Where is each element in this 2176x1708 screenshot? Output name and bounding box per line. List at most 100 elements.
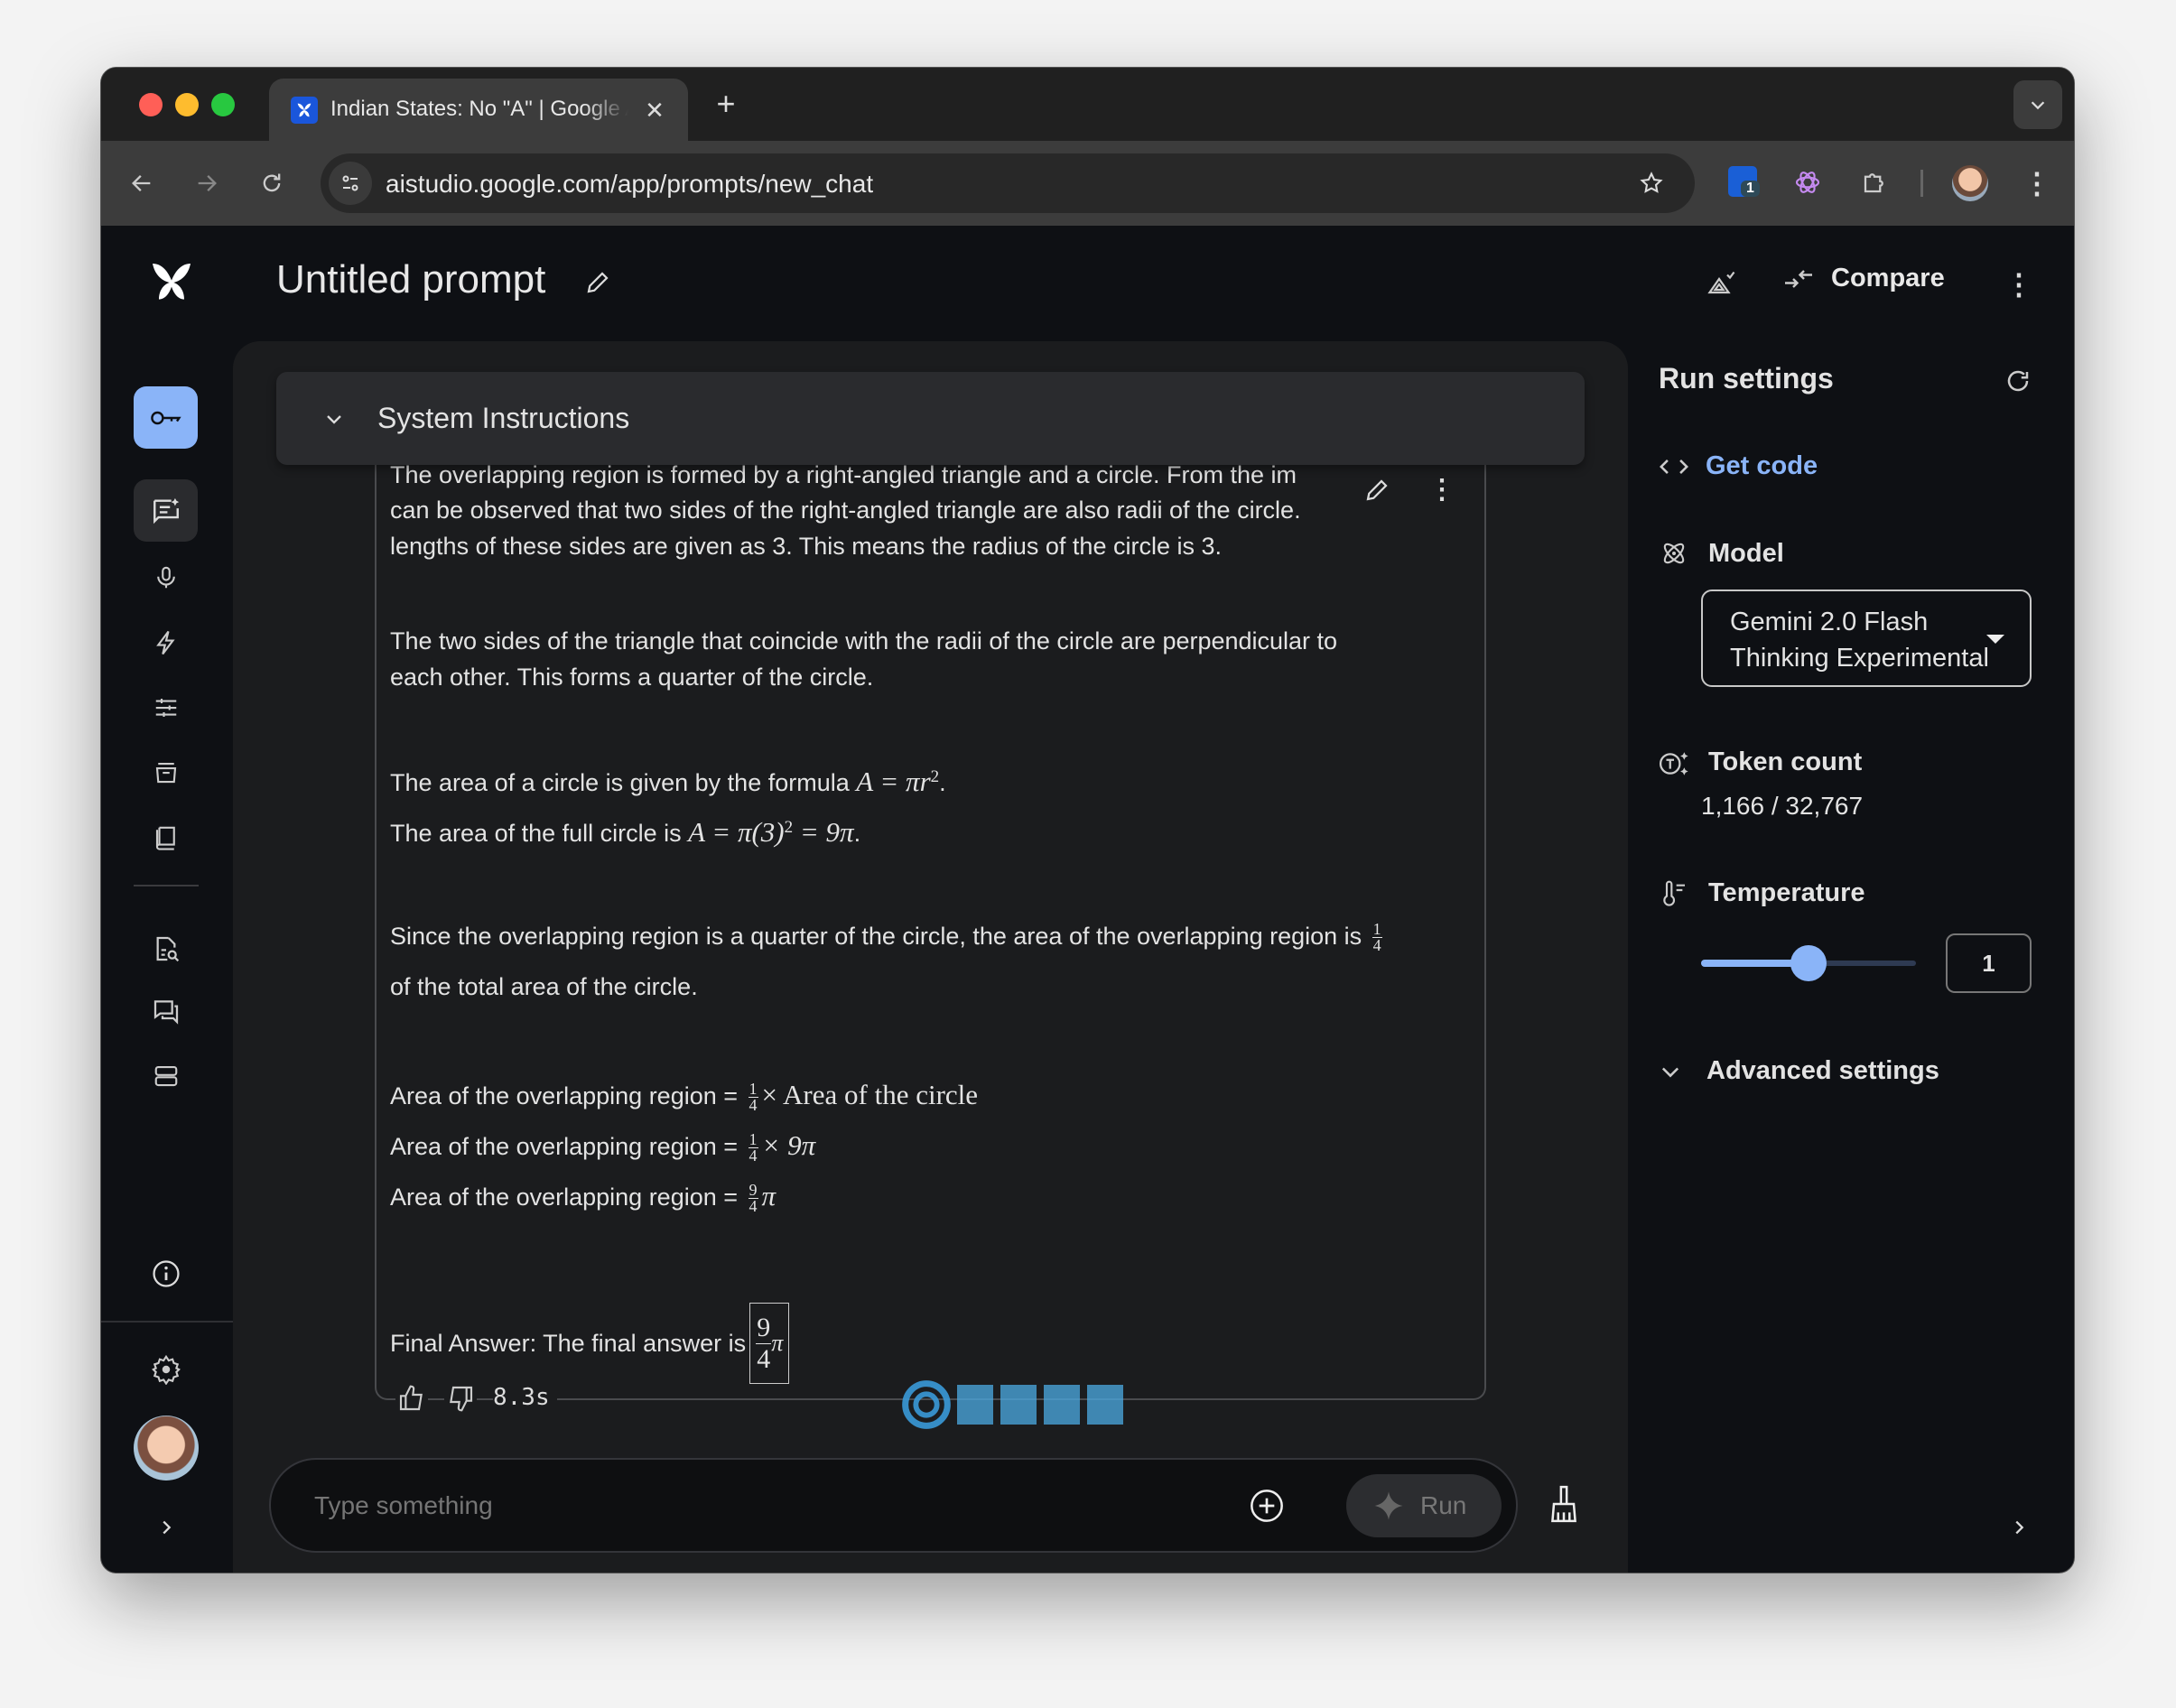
nav-settings[interactable] [148, 1351, 184, 1388]
maximize-window-button[interactable] [211, 93, 235, 116]
site-settings-icon[interactable] [329, 162, 372, 205]
run-label: Run [1420, 1491, 1467, 1519]
arrow-left-icon [132, 175, 151, 191]
watermark-logo [901, 1379, 1129, 1430]
collapse-panel-button[interactable] [2003, 1509, 2035, 1546]
tab-search-button[interactable] [2013, 80, 2062, 129]
nav-documentation[interactable] [148, 931, 184, 967]
denominator: 4 [1372, 936, 1381, 955]
nav-storage[interactable] [148, 1058, 184, 1094]
eq-rest: × 9π [761, 1129, 816, 1161]
response-options-icon[interactable]: ⋮ [1427, 471, 1457, 507]
final-answer-box: 94π [749, 1303, 790, 1384]
final-text: Final Answer: The final answer is [390, 1330, 747, 1357]
expand-nav-button[interactable] [148, 1509, 184, 1546]
reload-button[interactable] [254, 165, 290, 201]
response-text-line: each other. This forms a quarter of the … [390, 664, 874, 691]
response-formula-line: The area of a circle is given by the for… [390, 759, 946, 801]
extension-openai-icon[interactable] [1791, 166, 1824, 199]
new-tab-icon[interactable]: + [708, 85, 744, 122]
edit-title-pencil-icon[interactable] [580, 265, 616, 301]
fraction: 94 [756, 1313, 772, 1375]
nav-library[interactable] [148, 755, 184, 791]
clear-chat-broom-icon[interactable] [1544, 1484, 1584, 1524]
thumbs-down-icon[interactable] [444, 1382, 477, 1415]
nav-stream-realtime[interactable] [148, 560, 184, 596]
formula-tail: . [939, 769, 946, 796]
thermometer-icon [1658, 877, 1690, 910]
url-text[interactable]: aistudio.google.com/app/prompts/new_chat [386, 170, 873, 199]
close-tab-icon[interactable]: ✕ [641, 97, 668, 124]
key-icon [150, 411, 181, 424]
token-count-icon [1656, 747, 1692, 781]
bookmark-star-icon[interactable] [1633, 165, 1669, 201]
more-options-icon[interactable]: ⋮ [2001, 265, 2037, 304]
response-text-line: can be observed that two sides of the ri… [390, 497, 1301, 524]
token-count-label: Token count [1708, 747, 1863, 776]
dropdown-arrow-icon [1986, 635, 2004, 644]
profile-avatar[interactable] [1952, 165, 1988, 201]
elapsed-time: 8.3s [493, 1384, 557, 1411]
model-name-line2: Thinking Experimental [1730, 644, 1989, 673]
minimize-window-button[interactable] [175, 93, 199, 116]
equation-line: Area of the overlapping region = 94π [390, 1178, 776, 1215]
nav-prompt-gallery[interactable] [148, 820, 184, 856]
model-select[interactable]: Gemini 2.0 Flash Thinking Experimental [1701, 589, 2032, 687]
nav-get-api-key[interactable] [134, 386, 198, 449]
reset-settings-icon[interactable] [2002, 365, 2034, 397]
browser-menu-icon[interactable]: ⋮ [2021, 165, 2053, 201]
model-name-line1: Gemini 2.0 Flash [1730, 608, 1929, 636]
formula-math: A = πr [856, 766, 931, 797]
response-text-line: of the total area of the circle. [390, 973, 698, 1000]
response-formula-line: The area of the full circle is A = π(3)2… [390, 810, 860, 851]
thumbs-up-icon[interactable] [395, 1382, 428, 1415]
user-avatar[interactable] [134, 1416, 199, 1481]
nav-bottom-divider [101, 1321, 233, 1323]
advanced-settings-label: Advanced settings [1706, 1056, 1939, 1085]
response-text-line: Since the overlapping region is a quarte… [390, 918, 1386, 954]
safety-alert-icon[interactable] [1702, 265, 1742, 304]
nav-create-prompt[interactable] [134, 479, 198, 542]
formula-math: = 9π [793, 816, 854, 848]
close-window-button[interactable] [139, 93, 163, 116]
prompt-input-bar: Run [269, 1458, 1518, 1553]
add-media-plus-icon[interactable] [1248, 1487, 1286, 1525]
nav-info[interactable] [148, 1256, 184, 1292]
temperature-input[interactable]: 1 [1946, 933, 2032, 993]
microphone-icon [157, 566, 175, 589]
system-instructions-bar[interactable]: System Instructions [276, 372, 1585, 465]
run-button[interactable]: Run [1346, 1474, 1502, 1537]
token-count-value: 1,166 / 32,767 [1701, 792, 1864, 820]
extension-bitwarden-icon[interactable]: 1 [1728, 166, 1760, 197]
nav-starter-apps[interactable] [148, 625, 184, 661]
pi-symbol: π [771, 1330, 784, 1356]
slider-thumb[interactable] [1790, 945, 1827, 981]
bolt-icon [156, 630, 175, 655]
final-answer-line: Final Answer: The final answer is 94π [390, 1303, 790, 1384]
watermark-text-shape [957, 1385, 1129, 1425]
nav-forum[interactable] [148, 993, 184, 1029]
compare-button[interactable]: Compare [1782, 264, 1945, 293]
model-label: Model [1708, 539, 1784, 568]
get-code-button[interactable]: Get code [1659, 451, 1818, 481]
info-icon [153, 1260, 180, 1287]
compare-arrows-icon [1785, 269, 1812, 288]
eq-label: Area of the overlapping region = [390, 1133, 745, 1160]
prompt-input[interactable] [314, 1480, 1217, 1532]
formula-exponent: 2 [930, 767, 940, 786]
nav-tune-model[interactable] [148, 690, 184, 726]
extension-badge: 1 [1741, 181, 1760, 197]
edit-response-pencil-icon[interactable] [1360, 473, 1394, 507]
forward-button[interactable] [189, 165, 225, 201]
get-code-label: Get code [1706, 451, 1818, 480]
chevron-down-icon[interactable] [323, 408, 345, 430]
address-bar[interactable]: aistudio.google.com/app/prompts/new_chat [321, 153, 1695, 213]
back-button[interactable] [124, 165, 160, 201]
browser-tab[interactable]: Indian States: No "A" | Google AI Studio… [269, 79, 688, 141]
advanced-settings-toggle[interactable]: Advanced settings [1658, 1056, 1939, 1086]
reload-icon [263, 173, 281, 192]
extensions-puzzle-icon[interactable] [1858, 166, 1891, 199]
page-title[interactable]: Untitled prompt [276, 257, 545, 302]
run-settings-title: Run settings [1659, 362, 1834, 395]
temperature-slider[interactable] [1701, 940, 1916, 987]
